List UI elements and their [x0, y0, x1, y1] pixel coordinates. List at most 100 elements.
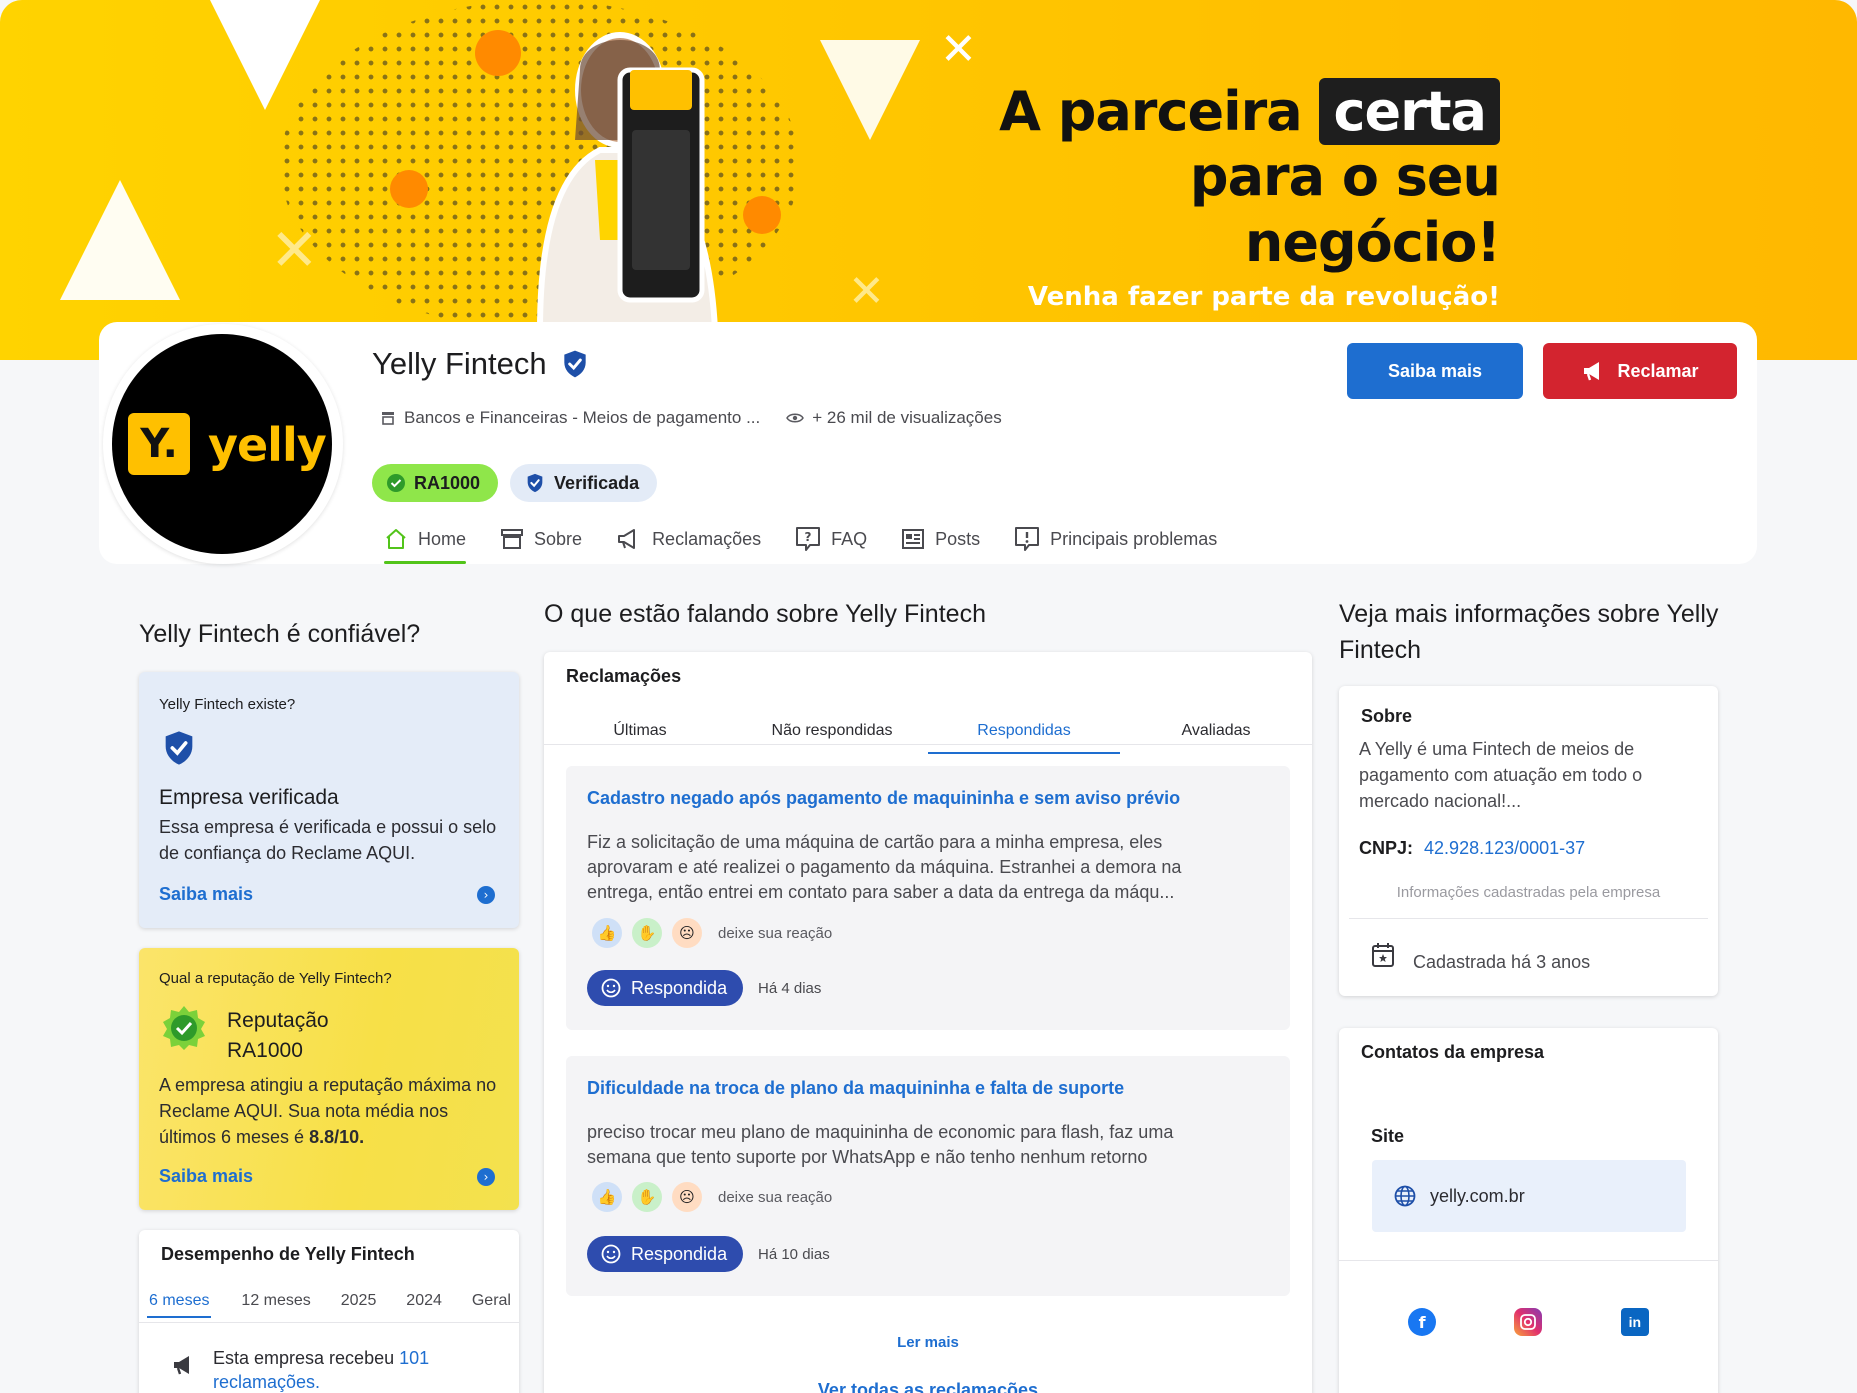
tab-sobre[interactable]: Sobre — [500, 520, 582, 558]
page: ✕ ✕ ✕ A parceira certa para o seu negóci… — [0, 0, 1857, 1393]
tab-home[interactable]: Home — [384, 520, 467, 564]
tab-respondidas[interactable]: Respondidas — [928, 662, 1120, 754]
banner-circle — [743, 196, 781, 234]
performance-period-tabs: 6 meses 12 meses 2025 2024 Geral — [139, 1292, 519, 1318]
saiba-mais-button[interactable]: Saiba mais — [1347, 343, 1523, 399]
store-icon — [382, 412, 394, 425]
complaint-title-link[interactable]: Cadastro negado após pagamento de maquin… — [587, 788, 1180, 809]
banner-headline: A parceira certa para o seu negócio! Ven… — [920, 78, 1501, 312]
complaints-received-text: Esta empresa recebeu 101 reclamações. — [213, 1346, 493, 1393]
newspaper-icon — [902, 529, 925, 549]
linkedin-icon[interactable]: in — [1620, 1308, 1649, 1336]
performance-title: Desempenho de Yelly Fintech — [161, 1244, 415, 1264]
tab-label: Principais problemas — [1050, 528, 1218, 549]
views-text: + 26 mil de visualizações — [812, 408, 1002, 427]
complaint-item[interactable]: Dificuldade na troca de plano da maquini… — [566, 1056, 1290, 1296]
contacts-card: Contatos da empresa Site yelly.com.br f … — [1339, 1028, 1718, 1393]
verified-badge[interactable]: Verificada — [510, 464, 658, 502]
eye-icon — [786, 413, 805, 423]
site-url: yelly.com.br — [1430, 1185, 1525, 1206]
site-link[interactable]: yelly.com.br — [1372, 1160, 1686, 1232]
banner-triangle — [210, 0, 320, 110]
thumbs-up-icon[interactable]: 👍 — [592, 1182, 622, 1212]
divider — [1339, 1260, 1718, 1261]
about-card: Sobre A Yelly é uma Fintech de meios de … — [1339, 686, 1718, 996]
tab-label: Reclamações — [652, 528, 762, 549]
reaction-bar: 👍 ✋ ☹ deixe sua reação — [592, 918, 832, 948]
hand-icon[interactable]: ✋ — [632, 918, 662, 948]
period-tab-geral[interactable]: Geral — [472, 1292, 511, 1318]
tab-ultimas[interactable]: Últimas — [544, 662, 736, 754]
instagram-icon[interactable] — [1514, 1308, 1543, 1336]
received-suffix-link[interactable]: reclamações. — [213, 1372, 320, 1392]
reclamar-button[interactable]: Reclamar — [1543, 343, 1737, 399]
logo-wordmark: yelly — [208, 418, 327, 472]
store-icon — [501, 529, 524, 549]
reaction-label: deixe sua reação — [718, 924, 833, 942]
trust-section-title: Yelly Fintech é confiável? — [139, 620, 421, 648]
tab-faq[interactable]: ? FAQ — [795, 520, 867, 558]
complaint-time: Há 10 dias — [758, 1246, 830, 1263]
company-logo: Y. yelly — [112, 334, 332, 554]
social-links: f in — [1339, 1308, 1718, 1336]
reputation-heading: Reputação — [227, 1009, 329, 1032]
period-tab-6-meses[interactable]: 6 meses — [147, 1292, 212, 1318]
verify-question: Yelly Fintech existe? — [159, 696, 296, 713]
verified-shield-icon — [165, 731, 193, 765]
tab-nao-respondidas[interactable]: Não respondidas — [736, 662, 928, 754]
complaint-time: Há 4 dias — [758, 980, 822, 997]
reputation-saiba-mais-link[interactable]: Saiba mais — [159, 1166, 253, 1187]
smile-icon — [601, 1244, 621, 1264]
ra1000-badge[interactable]: RA1000 — [372, 464, 499, 502]
status-badge: Respondida — [587, 970, 744, 1006]
calendar-icon — [1372, 943, 1394, 967]
reputation-text: A empresa atingiu a reputação máxima no … — [159, 1072, 504, 1150]
badge-row: RA1000 Verificada — [372, 464, 658, 502]
tab-avaliadas[interactable]: Avaliadas — [1120, 662, 1312, 754]
verify-saiba-mais-link[interactable]: Saiba mais — [159, 884, 253, 905]
period-tab-2024[interactable]: 2024 — [406, 1292, 442, 1318]
complaint-description: preciso trocar meu plano de maquininha d… — [587, 1122, 1174, 1167]
megaphone-icon — [618, 529, 636, 549]
verify-text: Essa empresa é verificada e possui o sel… — [159, 817, 497, 863]
views-meta: + 26 mil de visualizações — [786, 408, 1002, 428]
verified-shield-icon — [527, 473, 543, 493]
banner-triangle — [820, 40, 920, 140]
tab-reclamacoes[interactable]: Reclamações — [616, 520, 761, 558]
banner-circle — [390, 170, 428, 208]
complaints-section-title: O que estão falando sobre Yelly Fintech — [544, 600, 986, 628]
verified-badge-label: Verificada — [554, 472, 640, 493]
complaints-card: Reclamações Últimas Não respondidas Resp… — [544, 652, 1312, 1393]
tab-principais-problemas[interactable]: Principais problemas — [1014, 520, 1217, 558]
banner-x-mark: ✕ — [940, 24, 977, 75]
banner-subline: Venha fazer parte da revolução! — [1027, 282, 1500, 312]
sad-face-icon[interactable]: ☹ — [672, 918, 702, 948]
tab-posts[interactable]: Posts — [901, 520, 980, 558]
period-tab-2025[interactable]: 2025 — [341, 1292, 377, 1318]
sad-face-icon[interactable]: ☹ — [672, 1182, 702, 1212]
category-meta[interactable]: Bancos e Financeiras - Meios de pagament… — [380, 408, 760, 428]
received-count-link[interactable]: 101 — [399, 1348, 429, 1368]
thumbs-up-icon[interactable]: 👍 — [592, 918, 622, 948]
tab-label: Home — [418, 528, 467, 549]
ver-todas-link[interactable]: Ver todas as reclamações — [544, 1380, 1312, 1393]
cnpj-value[interactable]: 42.928.123/0001-37 — [1424, 838, 1585, 858]
megaphone-icon — [1584, 362, 1600, 381]
ler-mais-link[interactable]: Ler mais — [544, 1334, 1312, 1351]
received-prefix: Esta empresa recebeu — [213, 1348, 395, 1368]
alert-icon — [1015, 527, 1040, 551]
complaint-title-link[interactable]: Dificuldade na troca de plano da maquini… — [587, 1078, 1124, 1099]
divider — [139, 1322, 519, 1323]
facebook-icon[interactable]: f — [1408, 1308, 1437, 1336]
period-tab-12-meses[interactable]: 12 meses — [241, 1292, 310, 1318]
reputation-card: Qual a reputação de Yelly Fintech? Reput… — [139, 948, 519, 1210]
chevron-right-icon[interactable]: › — [477, 1168, 495, 1186]
banner-headline-highlight: certa — [1319, 78, 1500, 145]
reputation-score: 8.8/10. — [309, 1127, 365, 1147]
hand-icon[interactable]: ✋ — [632, 1182, 662, 1212]
complaint-item[interactable]: Cadastro negado após pagamento de maquin… — [566, 766, 1290, 1030]
verified-shield-icon — [563, 350, 586, 378]
contacts-heading: Contatos da empresa — [1361, 1042, 1545, 1062]
chevron-right-icon[interactable]: › — [477, 886, 495, 904]
complaint-description: Fiz a solicitação de uma máquina de cart… — [587, 832, 1182, 902]
